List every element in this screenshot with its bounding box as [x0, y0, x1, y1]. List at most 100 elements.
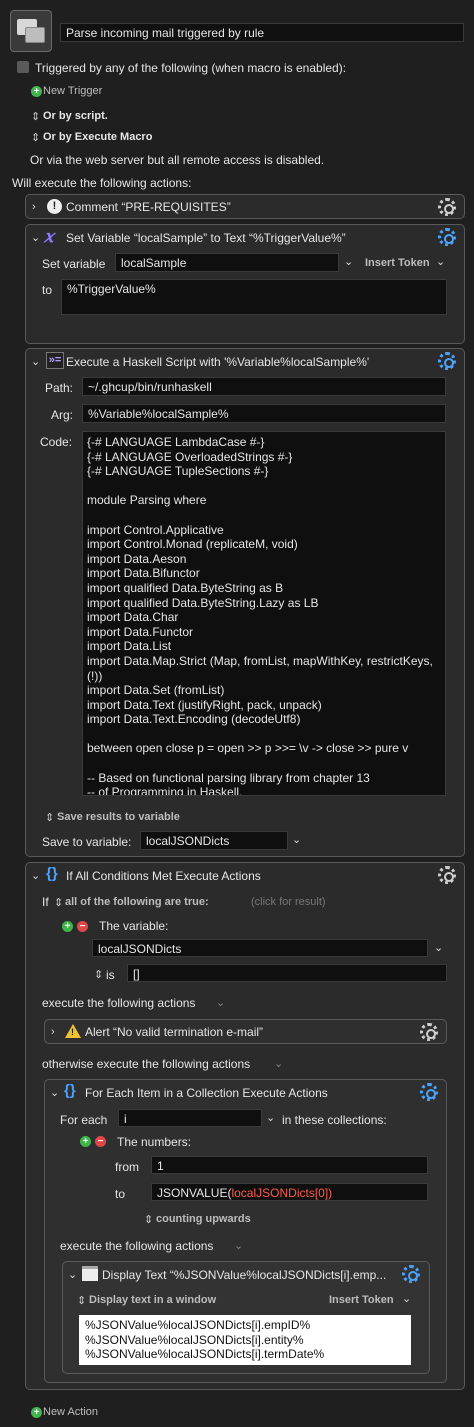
- gear-icon[interactable]: [420, 1083, 438, 1101]
- new-action-button[interactable]: New Action: [43, 1406, 98, 1418]
- haskell-action[interactable]: ⌄ »= Execute a Haskell Script with '%Var…: [25, 348, 465, 857]
- gear-icon[interactable]: [438, 866, 456, 884]
- is-value-field[interactable]: []: [127, 964, 447, 982]
- chevron-down-icon[interactable]: ⌄: [216, 996, 225, 1009]
- chevron-down-icon[interactable]: ⌄: [68, 1268, 77, 1281]
- all-following-selector[interactable]: all of the following are true:: [65, 896, 209, 908]
- code-line: import qualified Data.ByteString as B: [87, 580, 284, 595]
- display-text-editor[interactable]: %JSONValue%localJSONDicts[i].empID% %JSO…: [79, 1315, 411, 1365]
- chevron-down-icon[interactable]: ⌄: [234, 1239, 243, 1252]
- code-line: import Data.Functor: [87, 624, 194, 639]
- trigger-checkbox[interactable]: [17, 61, 29, 73]
- code-line: {-# LANGUAGE LambdaCase #-}: [87, 435, 265, 449]
- if-title: If All Conditions Met Execute Actions: [66, 869, 261, 883]
- chevron-down-icon[interactable]: ⌄: [434, 941, 443, 954]
- new-trigger-plus-icon[interactable]: +: [31, 86, 42, 97]
- execute-following-label: execute the following actions: [42, 996, 196, 1010]
- display-text-icon: [82, 1266, 98, 1281]
- to-value-field[interactable]: %TriggerValue%: [61, 279, 447, 315]
- to-value-text: JSONVALUE(: [157, 1186, 232, 1200]
- set-variable-title: Set Variable “localSample” to Text “%Tri…: [66, 231, 346, 245]
- save-results-toggle[interactable]: Save results to variable: [57, 811, 180, 823]
- execute-following-label: execute the following actions: [60, 1239, 214, 1253]
- chevron-down-icon[interactable]: ⌄: [31, 355, 40, 368]
- code-line: import Data.Text (justifyRight, pack, un…: [87, 697, 322, 712]
- the-variable-label: The variable:: [99, 919, 169, 933]
- variable-x-icon: 𝑥: [44, 227, 54, 247]
- code-line: -- Based on functional parsing library f…: [87, 770, 370, 785]
- updown-icon: ⇕: [54, 897, 64, 909]
- code-line: import Data.Bifunctor: [87, 566, 200, 581]
- gear-icon[interactable]: [438, 228, 456, 246]
- from-field[interactable]: 1: [151, 1156, 428, 1174]
- code-line: {-# LANGUAGE TupleSections #-}: [87, 464, 269, 479]
- code-line: import Control.Applicative: [87, 522, 224, 537]
- remove-collection-icon[interactable]: −: [95, 1136, 106, 1147]
- gear-icon[interactable]: [402, 1265, 420, 1283]
- gear-icon[interactable]: [438, 352, 456, 370]
- code-editor[interactable]: {-# LANGUAGE LambdaCase #-} {-# LANGUAGE…: [82, 431, 446, 796]
- macro-name-field[interactable]: Parse incoming mail triggered by rule: [60, 23, 464, 42]
- otherwise-label: otherwise execute the following actions: [42, 1057, 251, 1071]
- path-field[interactable]: ~/.ghcup/bin/runhaskell: [82, 377, 446, 396]
- chevron-down-icon[interactable]: ⌄: [31, 231, 40, 244]
- insert-token-button[interactable]: Insert Token: [329, 1294, 394, 1306]
- alert-action[interactable]: › ! Alert “No valid termination e-mail”: [44, 1019, 447, 1044]
- new-action-plus-icon[interactable]: +: [31, 1407, 42, 1418]
- for-each-action[interactable]: ⌄ {} For Each Item in a Collection Execu…: [44, 1079, 447, 1383]
- code-line: import Control.Monad (replicateM, void): [87, 537, 298, 552]
- chevron-right-icon[interactable]: ›: [32, 201, 36, 213]
- braces-icon: {}: [46, 865, 58, 882]
- chevron-down-icon[interactable]: ⌄: [266, 1111, 275, 1124]
- code-line: import Data.Text.Encoding (decodeUtf8): [87, 712, 301, 727]
- save-to-field[interactable]: localJSONDicts: [140, 831, 288, 850]
- chevron-down-icon[interactable]: ⌄: [402, 1292, 411, 1305]
- chevron-right-icon[interactable]: ›: [51, 1026, 55, 1038]
- gear-icon[interactable]: [420, 1023, 438, 1041]
- display-text-line: %JSONValue%localJSONDicts[i].empID%: [85, 1318, 311, 1332]
- chevron-down-icon[interactable]: ⌄: [344, 255, 353, 268]
- comment-action[interactable]: › ! Comment “PRE-REQUISITES”: [25, 194, 465, 219]
- haskell-icon: »=: [46, 352, 64, 369]
- chevron-down-icon[interactable]: ⌄: [436, 255, 445, 268]
- code-line: -- of Programming in Haskell,: [87, 785, 243, 796]
- add-collection-icon[interactable]: +: [80, 1136, 91, 1147]
- new-trigger-button[interactable]: New Trigger: [43, 85, 102, 97]
- if-action[interactable]: ⌄ {} If All Conditions Met Execute Actio…: [25, 862, 465, 1390]
- counting-selector[interactable]: counting upwards: [156, 1213, 251, 1225]
- gear-icon[interactable]: [438, 198, 456, 216]
- chevron-down-icon[interactable]: ⌄: [50, 1086, 59, 1099]
- insert-token-button[interactable]: Insert Token: [365, 257, 430, 269]
- click-for-result[interactable]: (click for result): [251, 896, 326, 908]
- arg-field[interactable]: %Variable%localSample%: [82, 404, 446, 423]
- is-selector[interactable]: is: [106, 968, 115, 982]
- macro-icon[interactable]: [10, 10, 52, 52]
- chevron-down-icon[interactable]: ⌄: [31, 869, 40, 882]
- for-each-title: For Each Item in a Collection Execute Ac…: [85, 1086, 328, 1100]
- for-each-variable-field[interactable]: i: [118, 1109, 262, 1127]
- updown-icon: ⇕: [45, 812, 55, 824]
- code-line: import Data.Char: [87, 610, 179, 625]
- variable-name-field[interactable]: localSample: [115, 253, 339, 272]
- to-field[interactable]: JSONVALUE(localJSONDicts[0]): [151, 1183, 428, 1201]
- set-variable-label: Set variable: [42, 257, 106, 271]
- save-to-label: Save to variable:: [42, 835, 132, 849]
- or-by-script-toggle[interactable]: Or by script.: [43, 110, 108, 122]
- display-text-action[interactable]: ⌄ Display Text “%JSONValue%localJSONDict…: [62, 1261, 430, 1374]
- display-mode-selector[interactable]: Display text in a window: [89, 1294, 216, 1306]
- chevron-down-icon[interactable]: ⌄: [274, 1057, 283, 1070]
- chevron-down-icon[interactable]: ⌄: [292, 833, 301, 846]
- set-variable-action[interactable]: ⌄ 𝑥 Set Variable “localSample” to Text “…: [25, 224, 465, 344]
- add-condition-icon[interactable]: +: [62, 921, 73, 932]
- updown-icon: ⇕: [31, 111, 41, 123]
- condition-variable-field[interactable]: localJSONDicts: [92, 939, 428, 957]
- to-label: to: [42, 283, 53, 297]
- for-each-label: For each: [60, 1113, 108, 1127]
- arg-label: Arg:: [51, 408, 74, 422]
- or-by-execute-macro-toggle[interactable]: Or by Execute Macro: [43, 131, 152, 143]
- remove-condition-icon[interactable]: −: [77, 921, 88, 932]
